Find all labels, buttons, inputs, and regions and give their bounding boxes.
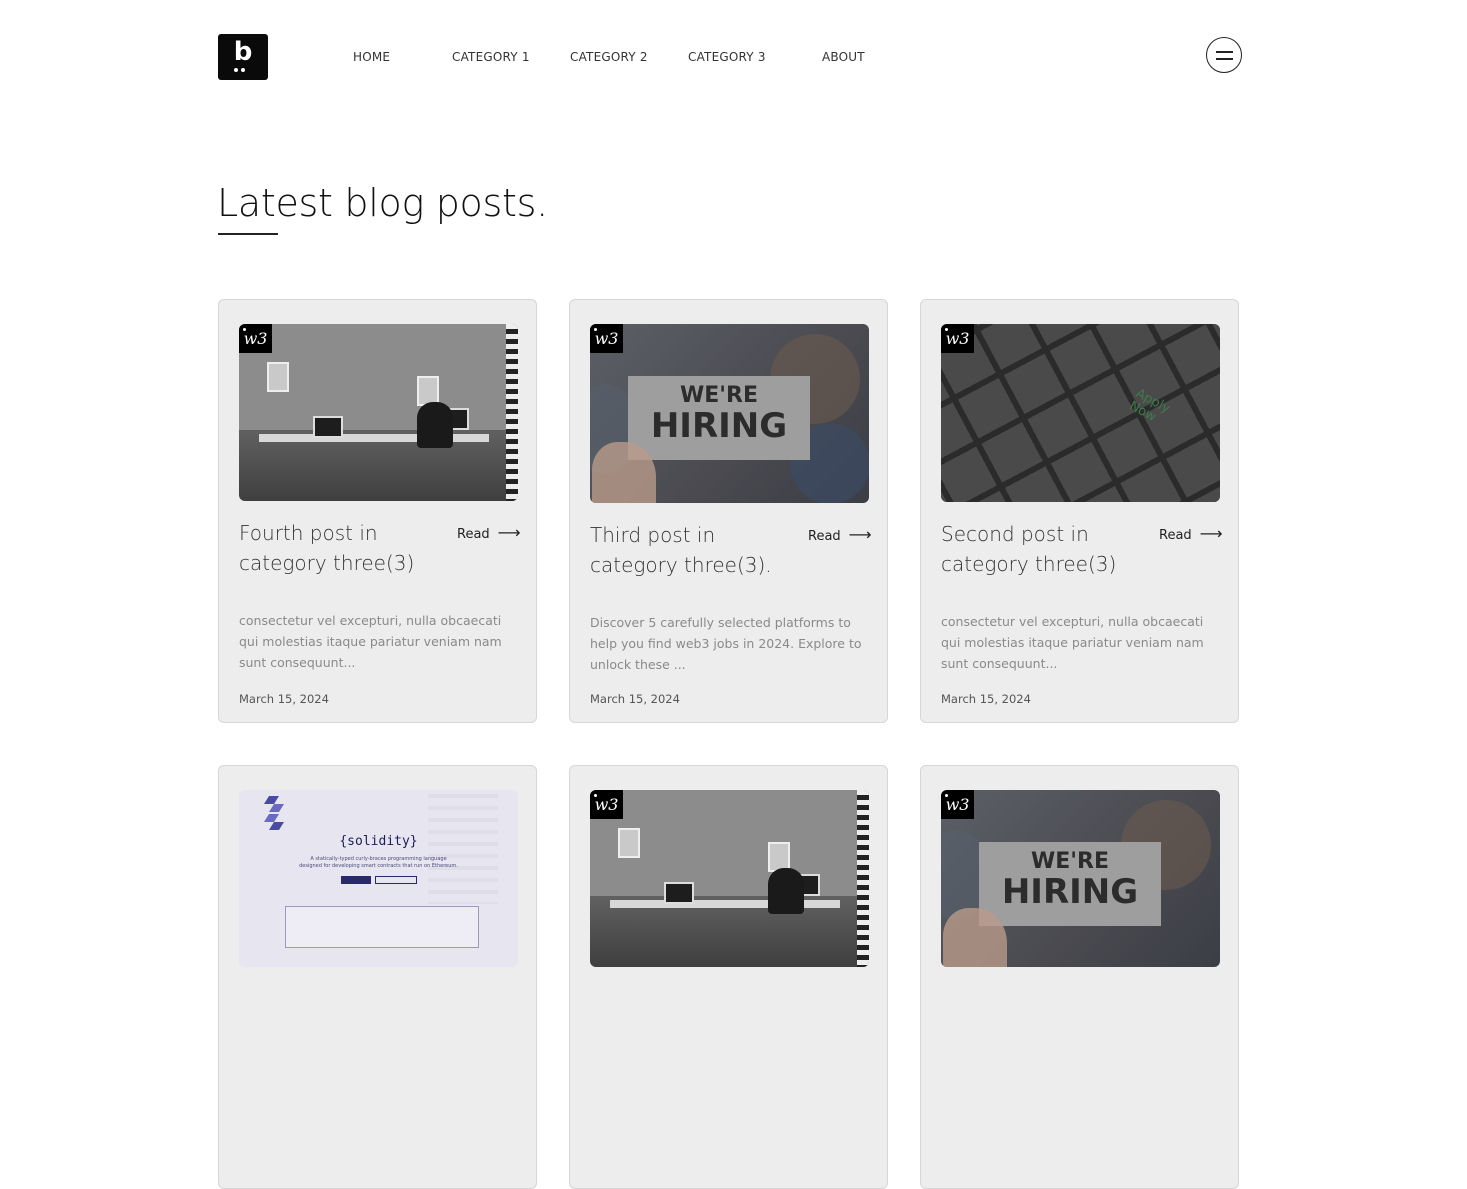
- w3-badge: w3: [590, 324, 623, 353]
- post-date: March 15, 2024: [941, 692, 1031, 706]
- solidity-name: {solidity}: [339, 834, 418, 849]
- post-image-hiring[interactable]: WE'RE HIRING w3: [590, 324, 869, 503]
- post-excerpt: consectetur vel excepturi, nulla obcaeca…: [941, 614, 1204, 671]
- w3-badge: w3: [239, 324, 272, 353]
- solidity-logo-icon: [264, 796, 284, 830]
- read-label: Read: [457, 527, 490, 542]
- arrow-right-icon: ⟶: [1199, 524, 1223, 543]
- post-image-office[interactable]: w3: [590, 790, 869, 967]
- post-image-hiring[interactable]: WE'RE HIRING w3: [941, 790, 1220, 967]
- logo-letter: b: [233, 37, 253, 67]
- nav-home[interactable]: HOME: [353, 49, 390, 65]
- post-card[interactable]: WE'RE HIRING w3: [920, 765, 1239, 1189]
- post-title[interactable]: Second post in category three(3): [941, 519, 1141, 579]
- post-date: March 15, 2024: [239, 692, 329, 706]
- post-card[interactable]: Apply Now w3 Second post in category thre…: [920, 299, 1239, 723]
- read-button[interactable]: Read ⟶: [457, 523, 521, 543]
- post-excerpt: consectetur vel excepturi, nulla obcaeca…: [239, 613, 502, 670]
- w3-badge: w3: [590, 790, 623, 819]
- post-card[interactable]: w3 Fourth post in category three(3) Read…: [218, 299, 537, 723]
- nav-category-2[interactable]: CATEGORY 2: [570, 49, 648, 65]
- post-card[interactable]: WE'RE HIRING w3 Third post in category t…: [569, 299, 888, 723]
- logo-dots: [234, 68, 254, 91]
- solidity-tagline: A statically-typed curly-braces programm…: [299, 856, 458, 869]
- arrow-right-icon: ⟶: [848, 525, 872, 544]
- nav-category-1[interactable]: CATEGORY 1: [452, 49, 530, 65]
- post-image-keyboard[interactable]: Apply Now w3: [941, 324, 1220, 502]
- hiring-sign: WE'RE HIRING: [628, 376, 810, 460]
- hiring-sign: WE'RE HIRING: [979, 842, 1161, 926]
- read-label: Read: [808, 529, 841, 544]
- post-title[interactable]: Third post in category three(3).: [590, 520, 790, 580]
- arrow-right-icon: ⟶: [497, 523, 521, 542]
- post-card[interactable]: w3: [569, 765, 888, 1189]
- hamburger-menu-icon[interactable]: [1206, 37, 1242, 73]
- post-excerpt: Discover 5 carefully selected platforms …: [590, 615, 862, 672]
- post-card[interactable]: {solidity} A statically-typed curly-brac…: [218, 765, 537, 1189]
- read-button[interactable]: Read ⟶: [1159, 524, 1223, 544]
- post-image-office[interactable]: w3: [239, 324, 518, 501]
- read-label: Read: [1159, 528, 1192, 543]
- w3-badge: w3: [941, 790, 974, 819]
- title-underline: [218, 233, 278, 235]
- post-image-solidity[interactable]: {solidity} A statically-typed curly-brac…: [239, 790, 518, 967]
- brand-logo[interactable]: b: [218, 34, 268, 91]
- post-title[interactable]: Fourth post in category three(3): [239, 518, 439, 578]
- nav-about[interactable]: ABOUT: [822, 49, 865, 65]
- nav-category-3[interactable]: CATEGORY 3: [688, 49, 766, 65]
- post-date: March 15, 2024: [590, 692, 680, 706]
- read-button[interactable]: Read ⟶: [808, 525, 872, 545]
- page-title: Latest blog posts.: [217, 181, 548, 225]
- w3-badge: w3: [941, 324, 974, 353]
